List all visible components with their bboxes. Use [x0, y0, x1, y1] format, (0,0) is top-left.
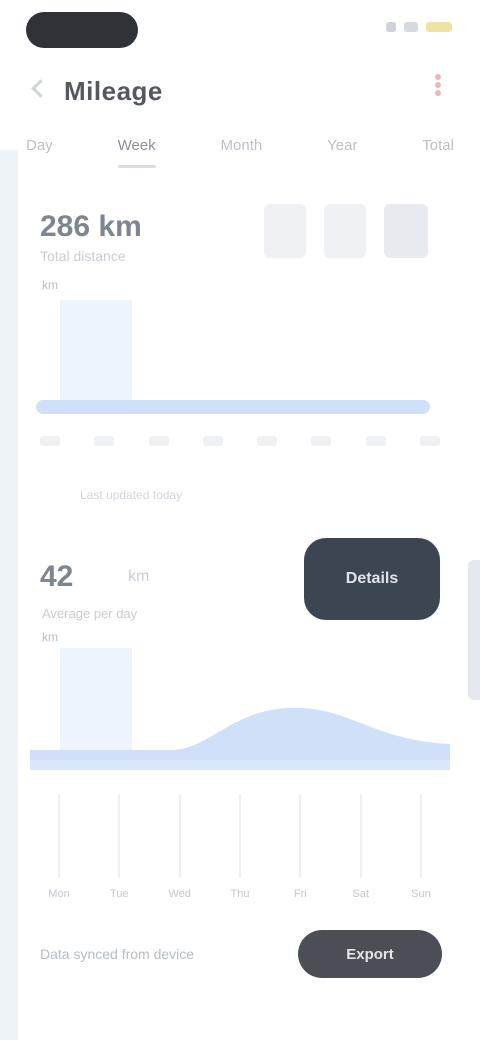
tick [202, 436, 223, 446]
column: Thu [223, 780, 257, 900]
column: Sat [344, 780, 378, 900]
scroll-handle[interactable] [468, 560, 480, 700]
summary-subtitle: Total distance [40, 248, 126, 264]
stat-tile [384, 204, 428, 258]
footer: Data synced from device Export [0, 920, 480, 990]
summary-caption: Last updated today [80, 488, 183, 502]
summary-card: 286 km Total distance km Last updated to… [30, 190, 450, 502]
tick [40, 436, 60, 446]
column-label: Tue [110, 888, 129, 900]
summary-stats [264, 204, 428, 258]
column: Fri [283, 780, 317, 900]
column-label: Sat [352, 888, 369, 900]
column: Mon [42, 780, 76, 900]
stat-tile [264, 204, 306, 258]
tab-total[interactable]: Total [422, 134, 454, 158]
detail-area [30, 707, 450, 766]
summary-value: 286 km [40, 210, 142, 243]
column: Sun [404, 780, 438, 900]
tab-month[interactable]: Month [221, 134, 263, 158]
status-bar [0, 0, 480, 56]
summary-baseline-band [36, 400, 430, 414]
period-tabs: Day Week Month Year Total [0, 128, 480, 168]
column: Wed [163, 780, 197, 900]
column: Tue [102, 780, 136, 900]
tab-day[interactable]: Day [26, 134, 53, 158]
detail-unit: km [128, 568, 150, 585]
header: Mileage [0, 62, 480, 118]
detail-value: 42 [40, 560, 74, 593]
status-icons [386, 22, 452, 32]
battery-icon [426, 22, 452, 32]
column-label: Mon [48, 888, 70, 900]
tab-week[interactable]: Week [117, 134, 156, 168]
column-label: Sun [411, 888, 431, 900]
details-button[interactable]: Details [304, 538, 440, 620]
tick [257, 436, 278, 446]
page-title: Mileage [64, 76, 163, 106]
signal-icon [386, 22, 396, 32]
tick [94, 436, 115, 446]
summary-highlight-bar [60, 300, 132, 400]
detail-card: 42 km Average per day Details km Mon Tue… [30, 530, 450, 900]
footer-text: Data synced from device [40, 946, 195, 962]
detail-subtitle: Average per day [42, 606, 138, 621]
column-label: Fri [293, 888, 307, 900]
detail-axis-label: km [42, 630, 58, 644]
app-screen: Mileage Day Week Month Year Total 286 km… [0, 0, 480, 1040]
tick [419, 436, 440, 446]
tick [311, 436, 332, 446]
detail-baseline [30, 760, 450, 770]
side-panel-edge [0, 150, 18, 1040]
summary-axis-label: km [42, 278, 58, 292]
status-pill [26, 12, 138, 48]
summary-ticks [40, 436, 440, 446]
chevron-left-icon[interactable] [26, 76, 50, 100]
wifi-icon [404, 22, 418, 32]
more-vertical-icon[interactable] [428, 72, 448, 96]
detail-area-chart [30, 707, 450, 770]
column-label: Wed [168, 888, 191, 900]
tick [365, 436, 386, 446]
tab-year[interactable]: Year [327, 134, 357, 158]
detail-columns: Mon Tue Wed Thu Fri Sat Sun [30, 780, 450, 900]
column-label: Thu [230, 888, 250, 900]
tick [148, 436, 169, 446]
stat-tile [324, 204, 366, 258]
export-button[interactable]: Export [298, 930, 442, 978]
